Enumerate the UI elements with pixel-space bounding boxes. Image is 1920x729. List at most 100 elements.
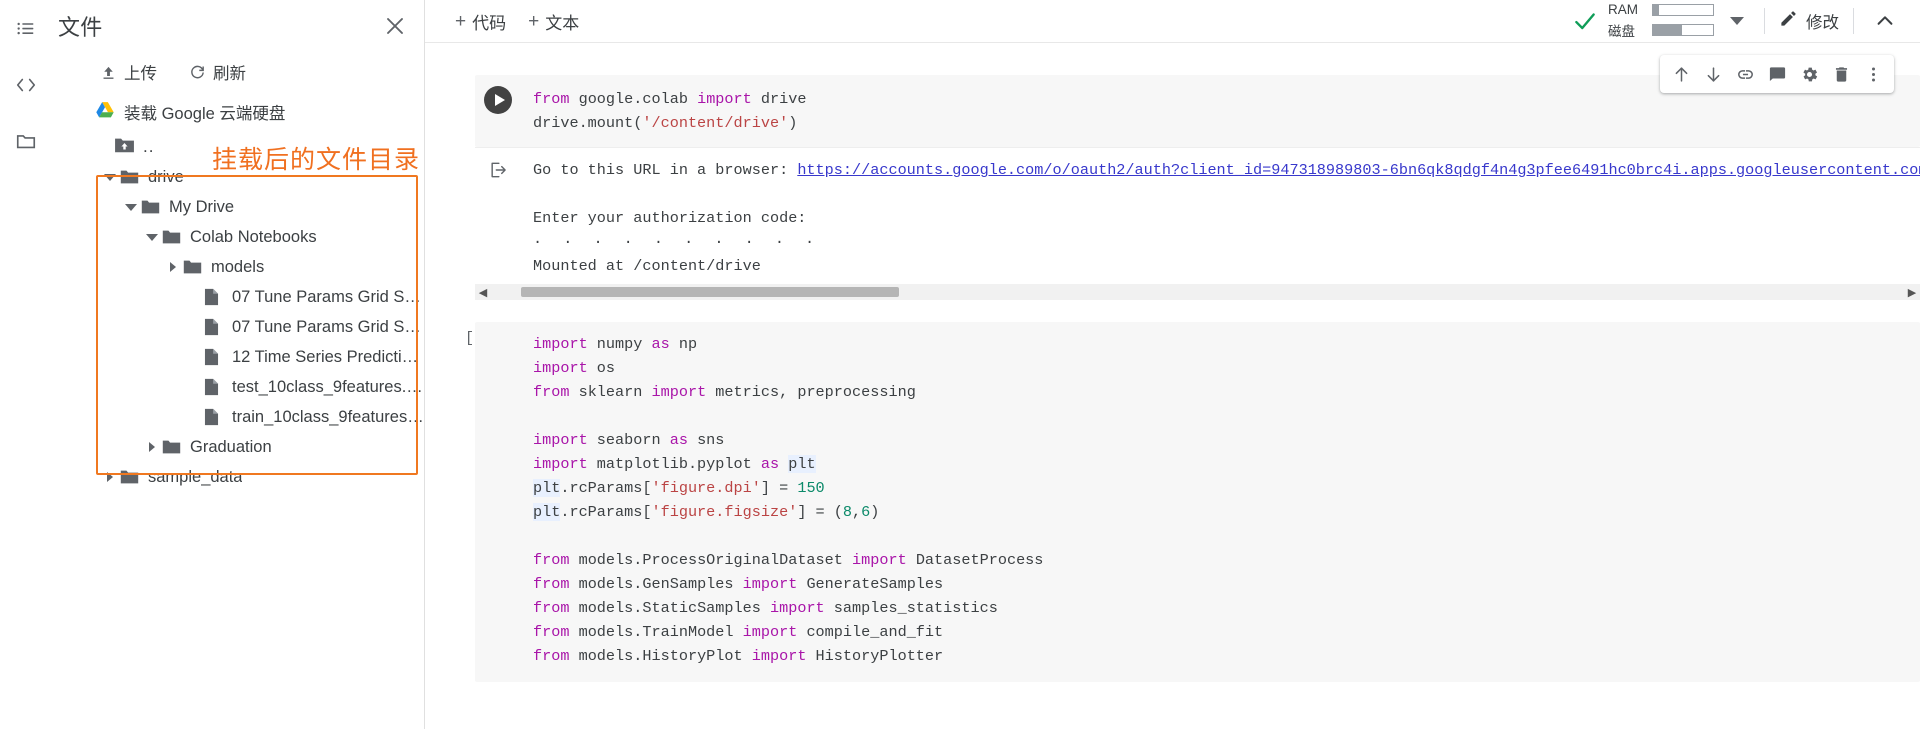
tree-row[interactable]: Colab Notebooks <box>52 222 424 252</box>
cell-1-output-text: Go to this URL in a browser: https://acc… <box>475 148 1920 284</box>
toolbar-right-group: RAM 磁盘 修改 <box>1572 2 1920 40</box>
ram-meter-row: RAM <box>1608 2 1714 17</box>
tree-row[interactable]: Graduation <box>52 432 424 462</box>
tree-node-label: My Drive <box>169 197 235 216</box>
upload-button[interactable]: 上传 <box>96 58 161 86</box>
cell-1-code-area[interactable]: from google.colab import drive drive.mou… <box>475 55 1920 147</box>
refresh-button[interactable]: 刷新 <box>185 58 250 86</box>
tree-node-label: 12 Time Series Prediction 0... <box>232 347 424 366</box>
toolbar-divider-1 <box>1764 8 1765 34</box>
pencil-icon <box>1779 9 1798 33</box>
chevron-up-icon[interactable] <box>1868 4 1902 38</box>
hscroll-thumb[interactable] <box>521 287 899 297</box>
tree-row[interactable]: train_10class_9features.csv <box>52 402 424 432</box>
more-vertical-icon[interactable] <box>1858 59 1888 89</box>
notebook-area: + 代码 + 文本 RAM 磁盘 修改 from google.colab im… <box>425 0 1920 729</box>
arrow-down-icon[interactable] <box>1698 59 1728 89</box>
ram-meter-bar <box>1652 3 1714 16</box>
caret-right-icon[interactable] <box>142 442 162 452</box>
files-panel-header: 文件 <box>52 0 424 52</box>
gear-icon[interactable] <box>1794 59 1824 89</box>
tree-node-label: Colab Notebooks <box>190 227 317 246</box>
toc-icon[interactable] <box>11 14 41 44</box>
output-icon <box>475 148 521 180</box>
tree-node-label: sample_data <box>148 467 243 486</box>
run-cell-button[interactable] <box>484 86 512 114</box>
disk-label: 磁盘 <box>1608 24 1635 39</box>
caret-down-icon[interactable] <box>142 233 162 241</box>
tree-row[interactable]: models <box>52 252 424 282</box>
add-code-label: 代码 <box>472 13 507 33</box>
left-icon-rail <box>0 0 52 729</box>
arrow-up-icon[interactable] <box>1666 59 1696 89</box>
trash-icon[interactable] <box>1826 59 1856 89</box>
toolbar-divider-2 <box>1853 8 1854 34</box>
tree-node-label: test_10class_9features.csv <box>232 377 424 396</box>
upload-icon <box>100 64 117 81</box>
scroll-left-icon[interactable]: ◀ <box>475 286 491 299</box>
caret-down-icon[interactable] <box>100 173 120 181</box>
caret-down-icon[interactable] <box>121 203 141 211</box>
file-icon <box>204 408 230 426</box>
cell-2-source[interactable]: import numpy as np import os from sklear… <box>475 322 1920 682</box>
tree-row[interactable]: sample_data <box>52 462 424 492</box>
tree-row[interactable]: 12 Time Series Prediction 0... <box>52 342 424 372</box>
ram-label: RAM <box>1608 2 1638 17</box>
file-icon <box>204 378 230 396</box>
tree-node-label: 07 Tune Params Grid Searc... <box>232 317 424 336</box>
folder-icon <box>120 469 146 485</box>
folder-icon <box>183 259 209 275</box>
tree-node-label: drive <box>148 167 184 186</box>
google-drive-icon <box>96 101 114 123</box>
tree-node-label: 07 Tune Params Grid Searc... <box>232 287 424 306</box>
add-text-cell-button[interactable]: + 文本 <box>528 9 579 34</box>
tree-row[interactable]: test_10class_9features.csv <box>52 372 424 402</box>
tree-node-label: models <box>211 257 265 276</box>
refresh-label: 刷新 <box>213 65 246 83</box>
cell-1-output: Go to this URL in a browser: https://acc… <box>475 147 1920 284</box>
scroll-right-icon[interactable]: ▶ <box>1904 286 1920 299</box>
link-icon[interactable] <box>1730 59 1760 89</box>
colab-window: 文件 上传 刷新 装载 Google 云端硬盘 .. 挂载后的文件目录 driv… <box>0 0 1920 729</box>
comment-icon[interactable] <box>1762 59 1792 89</box>
output-horizontal-scrollbar[interactable]: ◀ ▶ <box>475 284 1920 300</box>
files-panel-title: 文件 <box>58 15 103 40</box>
refresh-icon <box>189 64 206 81</box>
close-icon[interactable] <box>380 11 410 41</box>
connected-check-icon <box>1572 8 1598 34</box>
cell-toolbar <box>1660 55 1894 93</box>
code-cell-2: [ ] import numpy as np import os from sk… <box>453 322 1920 682</box>
tree-node-label: Graduation <box>190 437 272 456</box>
caret-right-icon[interactable] <box>100 472 120 482</box>
tree-row[interactable]: 07 Tune Params Grid Searc... <box>52 282 424 312</box>
plus-icon-2: + <box>528 10 540 32</box>
files-icon[interactable] <box>11 126 41 156</box>
cell-2-code-area[interactable]: import numpy as np import os from sklear… <box>475 322 1920 682</box>
disk-meter-row: 磁盘 <box>1608 20 1714 40</box>
file-icon <box>204 348 230 366</box>
notebook-body: [ ] <box>425 43 1920 729</box>
code-cell-1: [ ] <box>453 55 1920 300</box>
code-snippets-icon[interactable] <box>11 70 41 100</box>
folder-icon <box>162 439 188 455</box>
resource-meters[interactable]: RAM 磁盘 <box>1608 2 1714 40</box>
files-panel-actions: 上传 刷新 <box>52 52 424 92</box>
run-gutter <box>475 75 521 147</box>
hscroll-track[interactable] <box>491 287 1904 297</box>
caret-right-icon[interactable] <box>163 262 183 272</box>
folder-up-icon <box>114 136 135 159</box>
oauth-url-link[interactable]: https://accounts.google.com/o/oauth2/aut… <box>797 161 1920 179</box>
tree-node-label: train_10class_9features.csv <box>232 407 424 426</box>
add-code-cell-button[interactable]: + 代码 <box>455 9 506 34</box>
edit-label: 修改 <box>1806 14 1839 32</box>
folder-icon <box>162 229 188 245</box>
upload-label: 上传 <box>124 65 157 83</box>
mount-google-drive-button[interactable]: 装载 Google 云端硬盘 <box>52 92 424 132</box>
edit-button[interactable]: 修改 <box>1779 9 1839 33</box>
tree-row[interactable]: My Drive <box>52 192 424 222</box>
tree-row[interactable]: 07 Tune Params Grid Searc... <box>52 312 424 342</box>
chevron-down-icon[interactable] <box>1730 17 1744 25</box>
plus-icon: + <box>455 10 467 32</box>
file-tree: drive My Drive Colab Notebooks models 07 Tun… <box>52 162 424 492</box>
folder-icon <box>120 169 146 185</box>
